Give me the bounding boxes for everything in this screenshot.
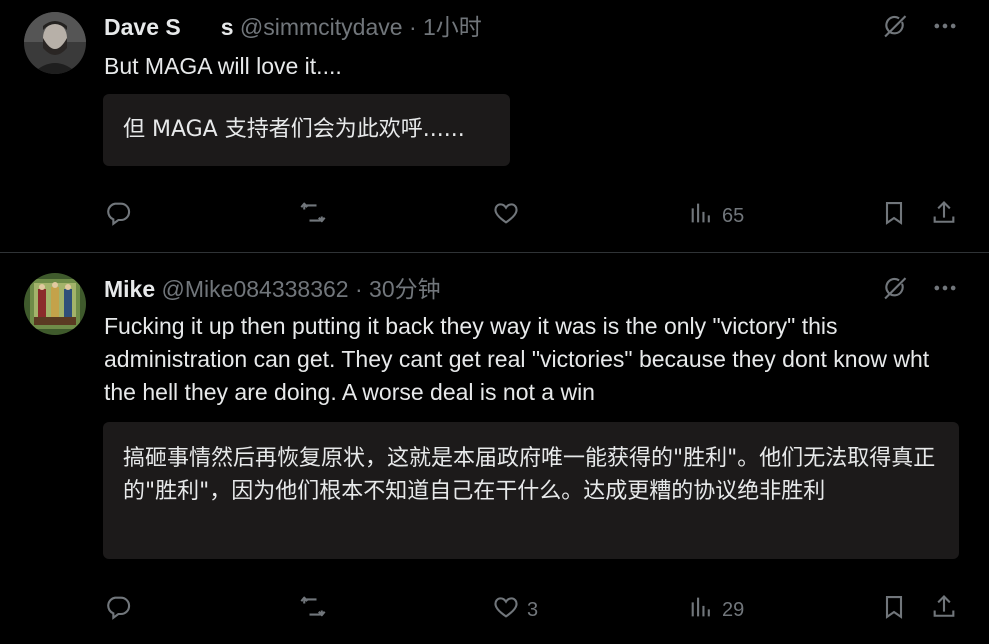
timestamp[interactable]: 30分钟 [369, 276, 441, 302]
tweet-text: Fucking it up then putting it back they … [104, 313, 930, 405]
tweet-header: Dave S s @simmcitydave · 1小时 [104, 13, 482, 41]
tweet-text: But MAGA will love it.... [104, 53, 342, 79]
bookmark-icon [880, 593, 908, 627]
bookmark-button[interactable] [880, 595, 908, 625]
tweet-actions: 3 29 [104, 595, 958, 625]
tweet-top-actions [881, 274, 959, 307]
display-name[interactable]: Mike [104, 276, 155, 302]
share-icon [930, 199, 958, 233]
retweet-icon [299, 199, 327, 233]
separator-dot: · [408, 14, 417, 40]
display-name[interactable]: Dave S [104, 14, 181, 40]
translation-box: 但 MAGA 支持者们会为此欢呼...... [103, 94, 510, 166]
more-icon[interactable] [931, 274, 959, 307]
tweet-header: Mike @Mike084338362 · 30分钟 [104, 275, 441, 303]
tweet[interactable]: Mike @Mike084338362 · 30分钟 Fucking it up… [0, 253, 989, 644]
tweet-top-actions [881, 12, 959, 45]
views-count: 65 [722, 204, 745, 227]
reply-button[interactable] [104, 595, 139, 625]
separator-dot: · [354, 276, 363, 302]
heart-icon [492, 199, 520, 233]
tweet-actions: 65 [104, 201, 958, 231]
grok-icon[interactable] [881, 12, 909, 45]
share-button[interactable] [930, 201, 958, 231]
retweet-button[interactable] [299, 201, 334, 231]
views-button[interactable]: 65 [687, 201, 744, 231]
translation-box: 搞砸事情然后再恢复原状，这就是本届政府唯一能获得的"胜利"。他们无法取得真正的"… [103, 422, 959, 559]
reply-icon [104, 199, 132, 233]
display-name-suffix[interactable]: s [221, 14, 234, 40]
user-handle[interactable]: @Mike084338362 [162, 276, 349, 302]
views-button[interactable]: 29 [687, 595, 744, 625]
user-handle[interactable]: @simmcitydave [240, 14, 403, 40]
views-count: 29 [722, 598, 745, 621]
tweet[interactable]: Dave S s @simmcitydave · 1小时 But MAGA wil… [0, 0, 989, 253]
like-button[interactable] [492, 201, 527, 231]
timestamp[interactable]: 1小时 [423, 14, 482, 40]
avatar[interactable] [24, 273, 86, 335]
heart-icon [492, 593, 520, 627]
avatar[interactable] [24, 12, 86, 74]
share-icon [930, 593, 958, 627]
bookmark-icon [880, 199, 908, 233]
views-icon [687, 199, 715, 233]
share-button[interactable] [930, 595, 958, 625]
reply-button[interactable] [104, 201, 139, 231]
views-icon [687, 593, 715, 627]
grok-icon[interactable] [881, 274, 909, 307]
retweet-icon [299, 593, 327, 627]
reply-icon [104, 593, 132, 627]
bookmark-button[interactable] [880, 201, 908, 231]
retweet-button[interactable] [299, 595, 334, 625]
more-icon[interactable] [931, 12, 959, 45]
like-count: 3 [527, 598, 539, 621]
like-button[interactable]: 3 [492, 595, 538, 625]
